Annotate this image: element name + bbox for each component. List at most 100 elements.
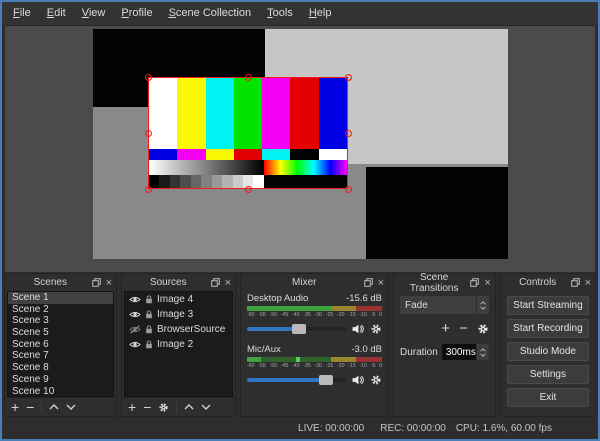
start-recording-button[interactable]: Start Recording: [507, 319, 589, 338]
scenes-list[interactable]: Scene 1Scene 2Scene 3Scene 5Scene 6Scene…: [7, 291, 114, 397]
scene-canvas[interactable]: [93, 29, 508, 259]
chevron-up-icon: [480, 348, 486, 352]
scene-list-item[interactable]: Scene 9: [8, 374, 113, 386]
menu-item-profile[interactable]: Profile: [113, 2, 160, 25]
speaker-icon[interactable]: [352, 324, 364, 334]
menu-item-file[interactable]: File: [5, 2, 39, 25]
move-scene-up-button[interactable]: [49, 404, 59, 410]
source-row[interactable]: Image 4: [125, 292, 232, 307]
scene-list-item[interactable]: Scene 3: [8, 315, 113, 327]
color-bar: [319, 149, 347, 161]
scale-tick-label: -5: [371, 312, 376, 317]
source-properties-gear-icon[interactable]: [158, 402, 169, 413]
scene-list-item[interactable]: Scene 10: [8, 386, 113, 398]
menu-item-edit[interactable]: Edit: [39, 2, 74, 25]
lock-icon[interactable]: [145, 325, 153, 334]
duration-spinbox[interactable]: 300ms: [442, 344, 489, 360]
channel-name: Mic/Aux: [247, 344, 281, 356]
selection-handle[interactable]: [245, 74, 252, 81]
scene-list-item[interactable]: Scene 5: [8, 327, 113, 339]
selection-handle[interactable]: [245, 186, 252, 193]
add-scene-button[interactable]: +: [11, 400, 19, 414]
scene-list-item[interactable]: Scene 1: [8, 292, 113, 304]
start-streaming-button[interactable]: Start Streaming: [507, 296, 589, 315]
menu-item-tools[interactable]: Tools: [259, 2, 301, 25]
source-row[interactable]: BrowserSource: [125, 322, 232, 337]
exit-button[interactable]: Exit: [507, 388, 589, 407]
scene-list-item[interactable]: Scene 7: [8, 350, 113, 362]
selection-handle[interactable]: [145, 74, 152, 81]
visibility-eye-icon[interactable]: [129, 340, 141, 349]
source-row[interactable]: Image 3: [125, 307, 232, 322]
selection-handle[interactable]: [345, 74, 352, 81]
scale-tick-label: -10: [360, 312, 368, 317]
close-panel-icon[interactable]: ×: [378, 278, 384, 288]
close-panel-icon[interactable]: ×: [484, 278, 490, 288]
float-panel-icon[interactable]: [92, 278, 101, 287]
scene-list-item[interactable]: Scene 8: [8, 362, 113, 374]
scene-transitions-panel: Scene Transitions × Fade + −: [393, 273, 496, 417]
controls-panel: Controls × Start Streaming Start Recordin…: [500, 273, 596, 417]
scene-list-item[interactable]: Scene 2: [8, 304, 113, 316]
move-source-down-button[interactable]: [201, 404, 211, 410]
float-panel-icon[interactable]: [211, 278, 220, 287]
remove-transition-button[interactable]: −: [459, 322, 468, 336]
speaker-icon[interactable]: [352, 375, 364, 385]
toolbar-separator: [176, 401, 177, 413]
remove-scene-button[interactable]: −: [26, 400, 34, 414]
visibility-eye-icon[interactable]: [129, 295, 141, 304]
scenes-panel-header[interactable]: Scenes ×: [5, 274, 116, 291]
float-panel-icon[interactable]: [571, 278, 580, 287]
add-source-button[interactable]: +: [128, 400, 136, 414]
channel-settings-gear-icon[interactable]: [370, 374, 382, 386]
studio-mode-button[interactable]: Studio Mode: [507, 342, 589, 361]
volume-slider[interactable]: [247, 378, 346, 382]
selection-handle[interactable]: [345, 130, 352, 137]
volume-slider[interactable]: [247, 327, 346, 331]
menu-item-help[interactable]: Help: [301, 2, 340, 25]
move-scene-down-button[interactable]: [66, 404, 76, 410]
color-bar: [262, 78, 290, 149]
selection-handle[interactable]: [145, 130, 152, 137]
scene-list-item[interactable]: Scene 6: [8, 339, 113, 351]
float-panel-icon[interactable]: [364, 278, 373, 287]
move-source-up-button[interactable]: [184, 404, 194, 410]
duration-spinner[interactable]: [476, 344, 489, 360]
settings-button[interactable]: Settings: [507, 365, 589, 384]
menu-item-view[interactable]: View: [74, 2, 114, 25]
selection-handle[interactable]: [145, 186, 152, 193]
selection-handle[interactable]: [345, 186, 352, 193]
channel-settings-gear-icon[interactable]: [370, 323, 382, 335]
chevron-down-icon: [480, 353, 486, 357]
float-panel-icon[interactable]: [470, 278, 479, 287]
controls-panel-header[interactable]: Controls ×: [501, 274, 595, 291]
sources-list[interactable]: Image 4Image 3 BrowserSource Image 2: [124, 291, 233, 397]
test-pattern-source[interactable]: [148, 77, 348, 189]
add-transition-button[interactable]: +: [441, 322, 450, 336]
visibility-eye-off-icon[interactable]: [129, 325, 141, 334]
source-label: BrowserSource: [157, 324, 225, 335]
gray-step: [233, 175, 243, 188]
mixer-panel-header[interactable]: Mixer ×: [241, 274, 388, 291]
close-panel-icon[interactable]: ×: [585, 278, 591, 288]
close-panel-icon[interactable]: ×: [225, 278, 231, 288]
scale-tick-label: -15: [348, 312, 356, 317]
live-time-status: LIVE: 00:00:00: [298, 423, 364, 434]
remove-source-button[interactable]: −: [143, 400, 151, 414]
lock-icon[interactable]: [145, 340, 153, 349]
menu-item-scene-collection[interactable]: Scene Collection: [161, 2, 260, 25]
volume-slider-knob[interactable]: [319, 375, 333, 385]
lock-icon[interactable]: [145, 310, 153, 319]
transitions-panel-header[interactable]: Scene Transitions ×: [394, 274, 495, 291]
combo-spinner[interactable]: [476, 296, 489, 314]
source-row[interactable]: Image 2: [125, 337, 232, 352]
preview-area[interactable]: [5, 25, 595, 272]
duration-value: 300ms: [446, 347, 476, 358]
transition-properties-gear-icon[interactable]: [477, 323, 489, 335]
sources-panel-header[interactable]: Sources ×: [122, 274, 235, 291]
lock-icon[interactable]: [145, 295, 153, 304]
visibility-eye-icon[interactable]: [129, 310, 141, 319]
transition-select[interactable]: Fade: [400, 296, 489, 314]
volume-slider-knob[interactable]: [292, 324, 306, 334]
close-panel-icon[interactable]: ×: [106, 278, 112, 288]
